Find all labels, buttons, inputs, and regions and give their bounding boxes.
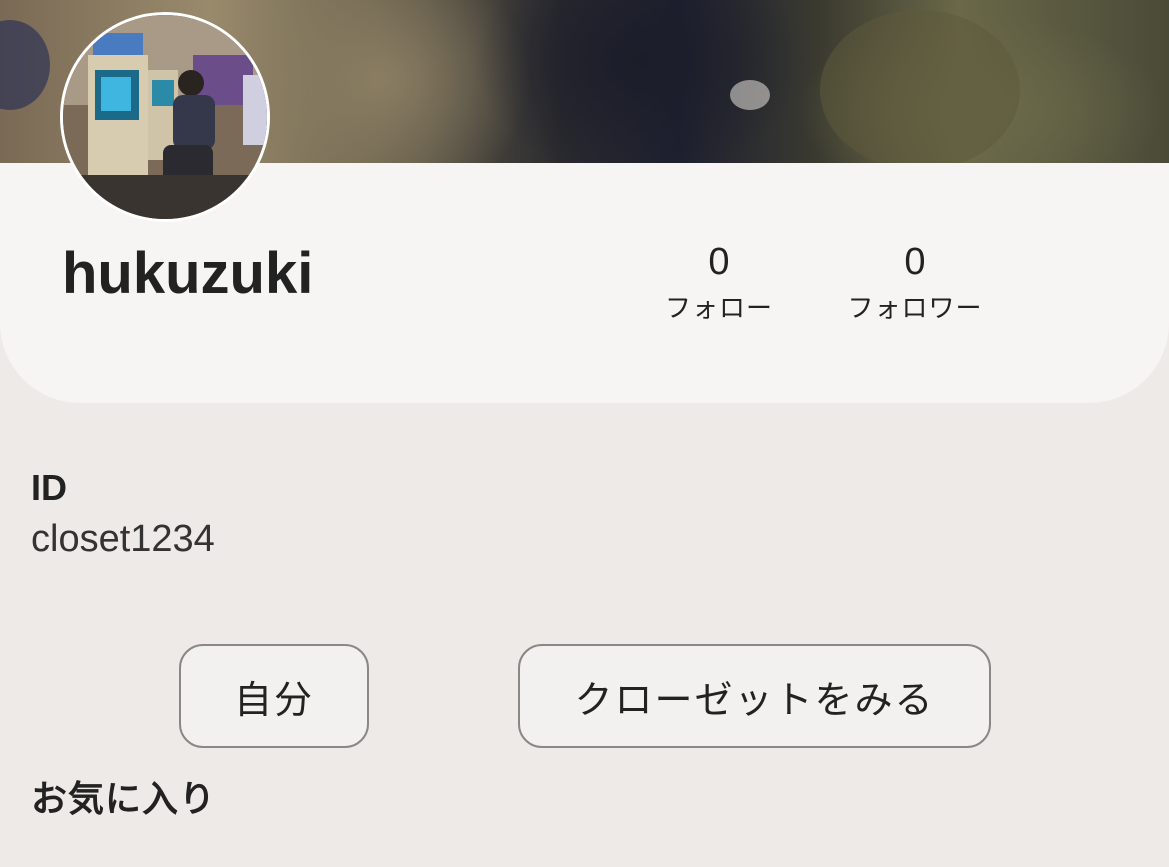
cover-image-detail <box>820 10 1020 170</box>
follow-count: 0 <box>708 241 730 283</box>
avatar[interactable] <box>60 12 270 222</box>
follow-label: フォロー <box>664 294 773 324</box>
favorites-heading: お気に入り <box>31 779 217 820</box>
avatar-photo <box>63 15 267 219</box>
view-closet-button[interactable]: クローゼットをみる <box>518 644 991 748</box>
follower-count: 0 <box>904 241 926 283</box>
cover-image-detail <box>730 80 770 110</box>
cover-image-detail <box>0 20 50 110</box>
id-heading: ID <box>31 467 67 508</box>
follower-label: フォロワー <box>847 294 983 324</box>
follower-stat[interactable]: 0 フォロワー <box>830 240 1000 326</box>
username: hukuzuki <box>62 241 314 306</box>
id-value: closet1234 <box>31 518 215 560</box>
self-button[interactable]: 自分 <box>179 644 369 748</box>
follow-stat[interactable]: 0 フォロー <box>634 240 804 326</box>
